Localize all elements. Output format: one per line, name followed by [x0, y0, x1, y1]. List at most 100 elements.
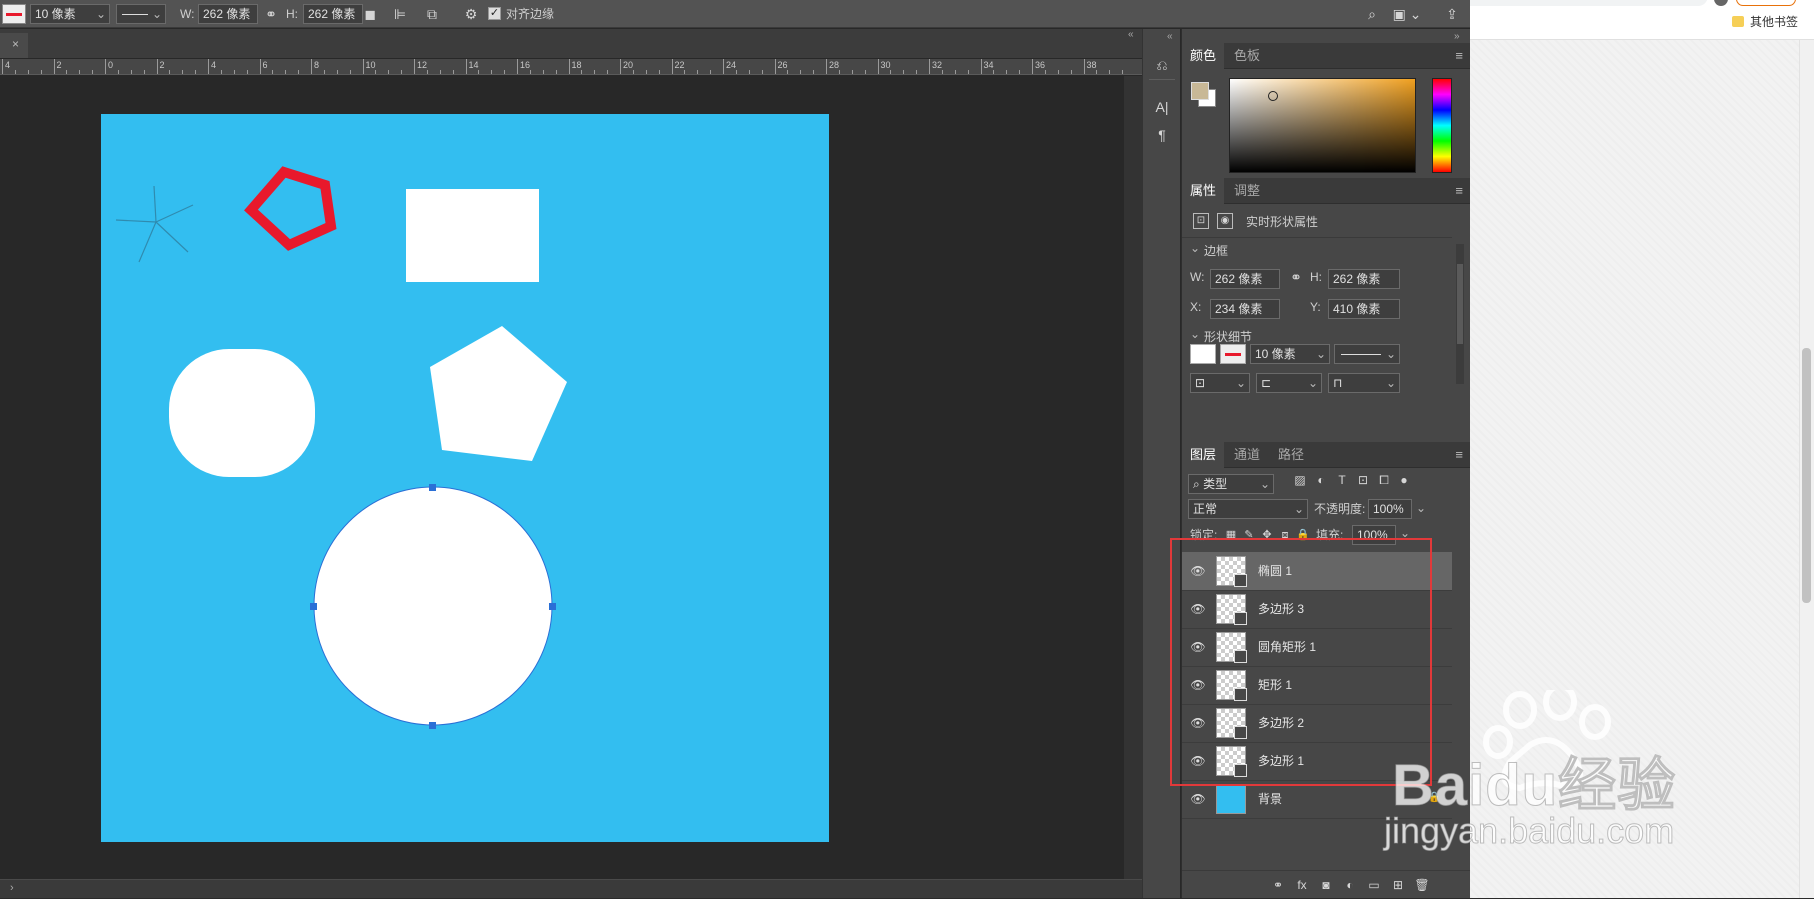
prop-x-field[interactable]: 234 像素 [1210, 299, 1280, 319]
align-edges-checkbox[interactable]: ✓ [488, 7, 501, 20]
lock-pixels-icon[interactable]: ✎ [1242, 521, 1256, 549]
prop-width-field[interactable]: 262 像素 [1210, 269, 1280, 289]
path-operations-icon[interactable]: ◼ [360, 0, 380, 28]
lock-transparency-icon[interactable]: ▦ [1224, 521, 1238, 549]
mask-icon[interactable]: ◉ [1217, 213, 1233, 229]
browser-scrollbar-thumb[interactable] [1802, 348, 1811, 603]
opacity-field[interactable]: 100% [1368, 499, 1412, 519]
gear-icon[interactable]: ⚙ [462, 0, 480, 28]
color-field[interactable] [1229, 78, 1416, 173]
polygon-2-shape[interactable] [244, 166, 337, 251]
starburst-shape[interactable] [115, 185, 194, 263]
layer-row[interactable]: 👁 矩形 1 [1182, 666, 1452, 705]
layer-row[interactable]: 👁 多边形 3 [1182, 590, 1452, 629]
eye-icon[interactable]: 👁 [1190, 791, 1206, 807]
filter-toggle-icon[interactable]: ● [1396, 466, 1412, 494]
document-tab[interactable]: × [0, 33, 28, 58]
prop-stroke-width-field[interactable]: 10 像素 ⌄ [1250, 344, 1330, 364]
vertical-scrollbar[interactable] [1124, 76, 1142, 879]
height-field[interactable]: 262 像素 [303, 4, 363, 24]
account-button[interactable] [1714, 0, 1728, 6]
stroke-cap-dropdown[interactable]: ⊏ ⌄ [1256, 373, 1322, 393]
path-arrangement-icon[interactable]: ⧉ [422, 0, 442, 28]
tab-color[interactable]: 颜色 [1182, 43, 1225, 69]
search-icon[interactable]: ⌕ [1362, 0, 1382, 28]
smart-object-filter-icon[interactable]: ⧠ [1376, 466, 1392, 494]
update-button[interactable] [1736, 0, 1796, 6]
new-layer-icon[interactable]: ⊞ [1388, 871, 1408, 899]
fill-field[interactable]: 100% [1352, 525, 1396, 545]
eye-icon[interactable]: 👁 [1190, 715, 1206, 731]
stroke-swatch[interactable] [1220, 344, 1246, 364]
trash-icon[interactable]: 🗑 [1412, 871, 1432, 899]
rectangle-1-shape[interactable] [406, 189, 539, 282]
layer-row[interactable]: 👁 多边形 1 [1182, 742, 1452, 781]
blend-mode-dropdown[interactable]: 正常 ⌄ [1188, 499, 1308, 519]
stroke-width-field[interactable]: 10 像素 ⌄ [30, 4, 110, 24]
tab-paths[interactable]: 路径 [1270, 442, 1312, 468]
paragraph-icon[interactable]: ¶ [1151, 121, 1173, 149]
prop-stroke-style-dropdown[interactable]: ⌄ [1334, 344, 1400, 364]
lock-position-icon[interactable]: ✥ [1260, 521, 1274, 549]
adjustment-filter-icon[interactable]: ◐ [1313, 466, 1329, 494]
tab-layers[interactable]: 图层 [1182, 442, 1225, 468]
stroke-corner-dropdown[interactable]: ⊓ ⌄ [1328, 373, 1400, 393]
stroke-align-dropdown[interactable]: ⊡ ⌄ [1190, 373, 1250, 393]
character-icon[interactable]: A| [1151, 93, 1173, 121]
layer-filter-dropdown[interactable]: ⌕ 类型 ⌄ [1188, 474, 1274, 494]
panel-menu-icon[interactable]: ≡ [1455, 43, 1463, 69]
type-filter-icon[interactable]: T [1334, 466, 1350, 494]
panel-menu-icon[interactable]: ≡ [1455, 178, 1463, 204]
lock-all-icon[interactable]: 🔒 [1296, 521, 1310, 549]
chevron-right-icon[interactable]: › [10, 882, 14, 894]
ellipse-1-shape[interactable] [313, 486, 553, 726]
image-filter-icon[interactable]: ▨ [1292, 466, 1308, 494]
eye-icon[interactable]: 👁 [1190, 639, 1206, 655]
stroke-style-dropdown[interactable]: ⌄ [116, 4, 166, 24]
collapse-arrows-icon[interactable]: « [1128, 29, 1134, 40]
document-canvas[interactable] [101, 114, 829, 842]
add-mask-icon[interactable]: ◙ [1316, 871, 1336, 899]
shape-filter-icon[interactable]: ⊡ [1355, 466, 1371, 494]
workspace-icon[interactable]: ▣ ⌄ [1392, 0, 1422, 28]
adjustment-layer-icon[interactable]: ◐ [1340, 871, 1360, 899]
layer-row[interactable]: 👁 背景 🔒 [1182, 780, 1452, 819]
fx-icon[interactable]: fx [1292, 871, 1312, 899]
tab-swatches[interactable]: 色板 [1226, 43, 1268, 69]
horizontal-scrollbar[interactable]: › [0, 879, 1142, 898]
eye-icon[interactable]: 👁 [1190, 753, 1206, 769]
eye-icon[interactable]: 👁 [1190, 601, 1206, 617]
collapse-arrows-icon[interactable]: « [1167, 31, 1173, 42]
lock-artboard-icon[interactable]: ⧈ [1278, 521, 1292, 549]
tab-adjustments[interactable]: 调整 [1226, 178, 1268, 204]
chevron-down-icon[interactable]: ⌄ [96, 5, 106, 23]
width-field[interactable]: 262 像素 [198, 4, 258, 24]
close-icon[interactable]: × [12, 37, 19, 51]
layer-row[interactable]: 👁 圆角矩形 1 [1182, 628, 1452, 667]
stroke-swatch[interactable] [2, 4, 26, 24]
other-bookmarks[interactable]: 其他书签 [1750, 14, 1798, 30]
transform-icon[interactable]: ⊡ [1193, 213, 1209, 229]
rounded-rectangle-1-shape[interactable] [169, 349, 315, 477]
link-icon[interactable]: ⚭ [262, 0, 280, 28]
prop-y-field[interactable]: 410 像素 [1328, 299, 1400, 319]
collapse-arrows-icon[interactable]: » [1454, 31, 1460, 42]
foreground-color-swatch[interactable] [1191, 82, 1209, 100]
chevron-down-icon[interactable]: ⌄ [1190, 327, 1200, 341]
prop-height-field[interactable]: 262 像素 [1328, 269, 1400, 289]
layer-row[interactable]: 👁 多边形 2 [1182, 704, 1452, 743]
omnibox-fragment[interactable] [1470, 0, 1708, 6]
new-group-icon[interactable]: ▭ [1364, 871, 1384, 899]
tab-channels[interactable]: 通道 [1226, 442, 1268, 468]
polygon-3-shape[interactable] [430, 326, 567, 461]
eye-icon[interactable]: 👁 [1190, 677, 1206, 693]
layer-row[interactable]: 👁 椭圆 1 [1182, 552, 1452, 591]
hue-slider[interactable] [1432, 78, 1452, 173]
fill-swatch[interactable] [1190, 344, 1216, 364]
link-icon[interactable]: ⚭ [1287, 263, 1305, 291]
history-icon[interactable]: ⎌ [1151, 51, 1173, 79]
chevron-down-icon[interactable]: ⌄ [1416, 501, 1426, 515]
link-layers-icon[interactable]: ⚭ [1268, 871, 1288, 899]
tab-properties[interactable]: 属性 [1182, 178, 1225, 204]
path-alignment-icon[interactable]: ⊫ [390, 0, 410, 28]
